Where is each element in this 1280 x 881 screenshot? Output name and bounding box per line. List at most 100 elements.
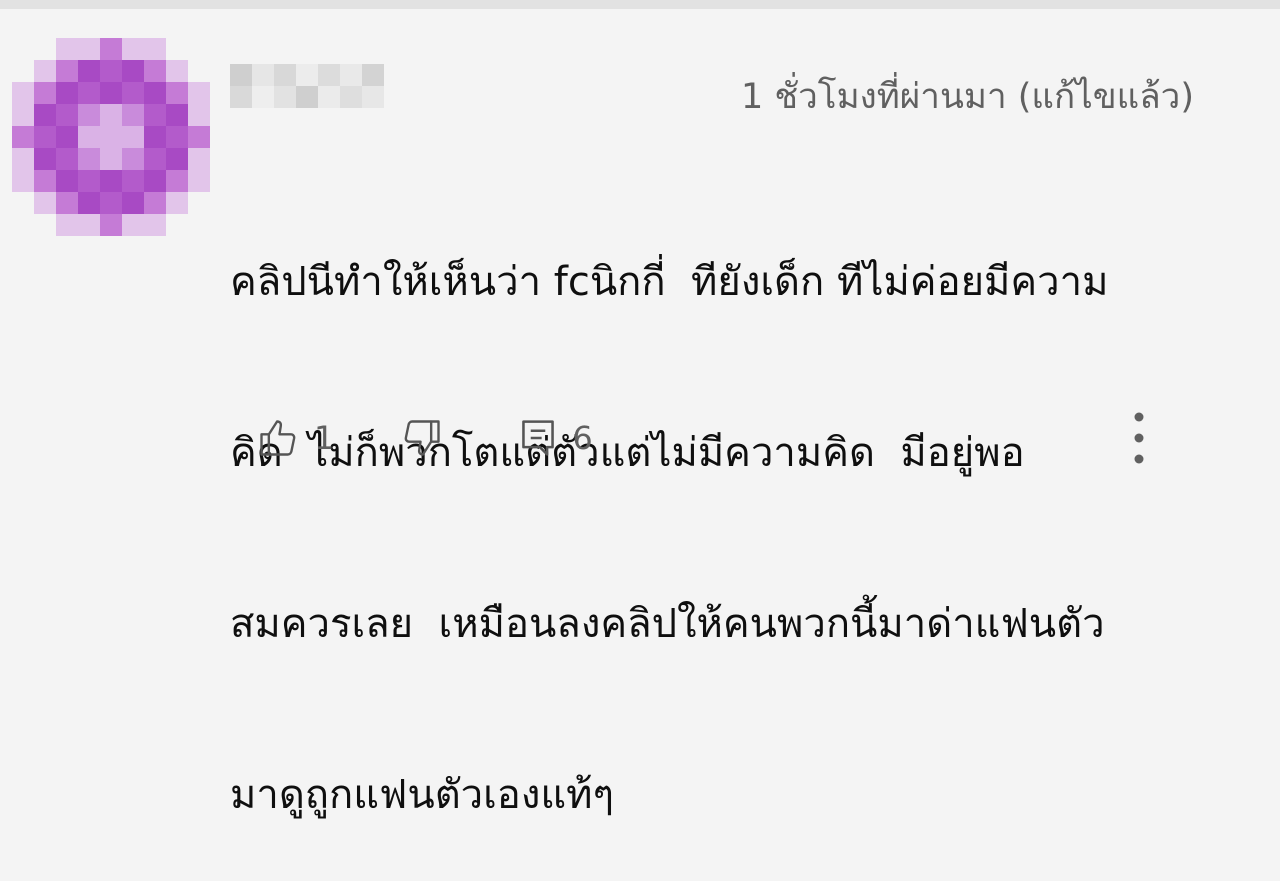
avatar-pixel [100, 126, 122, 148]
avatar-pixel [34, 148, 56, 170]
avatar-pixel [144, 126, 166, 148]
comment-text-line: คลิปนีทำให้เห็นว่า fcนิกกี่ ทียังเด็ก ที… [230, 259, 1109, 305]
avatar-pixel [34, 82, 56, 104]
avatar-pixel [100, 104, 122, 126]
avatar-pixel [34, 104, 56, 126]
avatar-pixel [122, 38, 144, 60]
avatar-pixel [34, 192, 56, 214]
avatar-pixel [166, 148, 188, 170]
avatar-pixel [56, 104, 78, 126]
avatar-pixel [78, 170, 100, 192]
thumbs-down-icon[interactable] [400, 416, 444, 460]
avatar-pixel [34, 60, 56, 82]
avatar-pixel [12, 126, 34, 148]
avatar-pixel [78, 192, 100, 214]
username-redacted[interactable] [230, 62, 390, 110]
username-pixel [274, 64, 296, 86]
avatar-pixel [100, 170, 122, 192]
avatar-pixel [144, 170, 166, 192]
avatar-pixel [166, 126, 188, 148]
avatar[interactable] [8, 38, 218, 236]
avatar-pixel [34, 126, 56, 148]
avatar-pixel [144, 214, 166, 236]
avatar-pixel [122, 148, 144, 170]
avatar-pixel [56, 60, 78, 82]
avatar-pixel [122, 60, 144, 82]
reply-button[interactable]: 6 [518, 416, 593, 460]
comment-text-line: สมควรเลย เหมือนลงคลิปให้คนพวกนี้มาด่าแฟน… [230, 601, 1105, 647]
avatar-pixel [144, 104, 166, 126]
avatar-pixel [78, 214, 100, 236]
avatar-pixel [122, 104, 144, 126]
avatar-pixel [56, 214, 78, 236]
avatar-pixel [166, 60, 188, 82]
avatar-pixel [188, 82, 210, 104]
avatar-pixel [78, 82, 100, 104]
username-pixel [296, 86, 318, 108]
avatar-pixel [100, 148, 122, 170]
avatar-pixel [78, 60, 100, 82]
avatar-pixel [56, 82, 78, 104]
avatar-pixel [56, 148, 78, 170]
avatar-pixel [100, 60, 122, 82]
avatar-pixel [56, 126, 78, 148]
username-pixel [318, 86, 340, 108]
avatar-pixel [166, 82, 188, 104]
avatar-pixel [122, 214, 144, 236]
more-vertical-icon[interactable] [1126, 412, 1152, 470]
like-button[interactable]: 1 [256, 416, 334, 460]
avatar-pixel [78, 126, 100, 148]
avatar-pixel [122, 82, 144, 104]
avatar-pixel [144, 82, 166, 104]
more-options-button[interactable] [1126, 410, 1152, 466]
avatar-pixel [12, 148, 34, 170]
comment-actions: 1 6 [256, 412, 593, 464]
avatar-pixel [100, 38, 122, 60]
avatar-pixel [78, 38, 100, 60]
avatar-pixel [122, 170, 144, 192]
avatar-pixel [12, 170, 34, 192]
avatar-pixel [188, 170, 210, 192]
avatar-pixel [144, 38, 166, 60]
avatar-pixel [188, 104, 210, 126]
username-pixel [340, 86, 362, 108]
avatar-pixel [144, 60, 166, 82]
avatar-pixel [122, 192, 144, 214]
like-count: 1 [314, 419, 335, 457]
username-pixel [274, 86, 296, 108]
username-pixel [252, 86, 274, 108]
username-pixel [362, 64, 384, 86]
avatar-pixel [166, 170, 188, 192]
dislike-button[interactable] [400, 416, 444, 460]
avatar-pixel [122, 126, 144, 148]
avatar-pixel [100, 82, 122, 104]
comment-icon[interactable] [518, 416, 558, 460]
comment-timestamp[interactable]: 1 ชั่วโมงที่ผ่านมา (แก้ไขแล้ว) [741, 74, 1194, 120]
avatar-pixel [12, 82, 34, 104]
username-pixel [230, 64, 252, 86]
avatar-pixel [12, 104, 34, 126]
top-divider [0, 0, 1280, 9]
avatar-pixel [78, 148, 100, 170]
avatar-pixel [56, 38, 78, 60]
avatar-pixel [188, 148, 210, 170]
avatar-pixel [34, 170, 56, 192]
comment-text-line: มาดูถูกแฟนตัวเองแท้ๆ [230, 772, 614, 818]
avatar-pixel [144, 148, 166, 170]
avatar-pixel [100, 214, 122, 236]
username-pixel [318, 64, 340, 86]
comment-text: คลิปนีทำให้เห็นว่า fcนิกกี่ ทียังเด็ก ที… [230, 140, 1200, 881]
avatar-pixel [56, 192, 78, 214]
avatar-pixel [100, 192, 122, 214]
username-pixel [230, 86, 252, 108]
avatar-pixel [188, 126, 210, 148]
avatar-pixel [56, 170, 78, 192]
avatar-pixel [166, 104, 188, 126]
username-pixel [340, 64, 362, 86]
avatar-pixel [78, 104, 100, 126]
avatar-pixel [166, 192, 188, 214]
reply-count: 6 [572, 419, 593, 457]
username-pixel [296, 64, 318, 86]
thumbs-up-icon[interactable] [256, 416, 300, 460]
avatar-pixel [144, 192, 166, 214]
